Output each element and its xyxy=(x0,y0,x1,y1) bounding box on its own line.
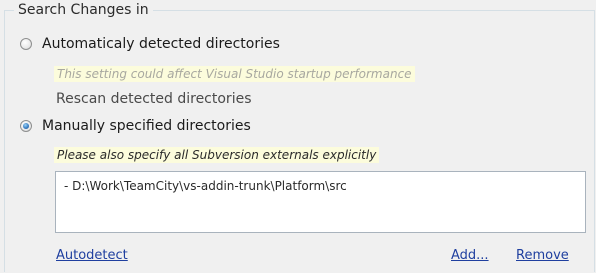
add-link[interactable]: Add... xyxy=(451,248,489,263)
directory-list[interactable]: - D:\Work\TeamCity\vs-addin-trunk\Platfo… xyxy=(55,171,586,233)
auto-detected-radio-option[interactable]: Automaticaly detected directories xyxy=(20,36,280,52)
manual-specified-radio-option[interactable]: Manually specified directories xyxy=(20,118,251,134)
remove-link[interactable]: Remove xyxy=(516,248,569,263)
directory-list-item[interactable]: - D:\Work\TeamCity\vs-addin-trunk\Platfo… xyxy=(64,179,347,193)
auto-detected-label[interactable]: Automaticaly detected directories xyxy=(42,36,280,52)
startup-performance-hint: This setting could affect Visual Studio … xyxy=(54,66,415,82)
radio-checked-icon[interactable] xyxy=(20,120,32,132)
rescan-directories-label: Rescan detected directories xyxy=(56,91,252,107)
autodetect-link[interactable]: Autodetect xyxy=(56,248,128,263)
externals-hint: Please also specify all Subversion exter… xyxy=(54,147,380,163)
group-title: Search Changes in xyxy=(14,2,153,18)
radio-unchecked-icon[interactable] xyxy=(20,38,32,50)
manual-specified-label[interactable]: Manually specified directories xyxy=(42,118,251,134)
